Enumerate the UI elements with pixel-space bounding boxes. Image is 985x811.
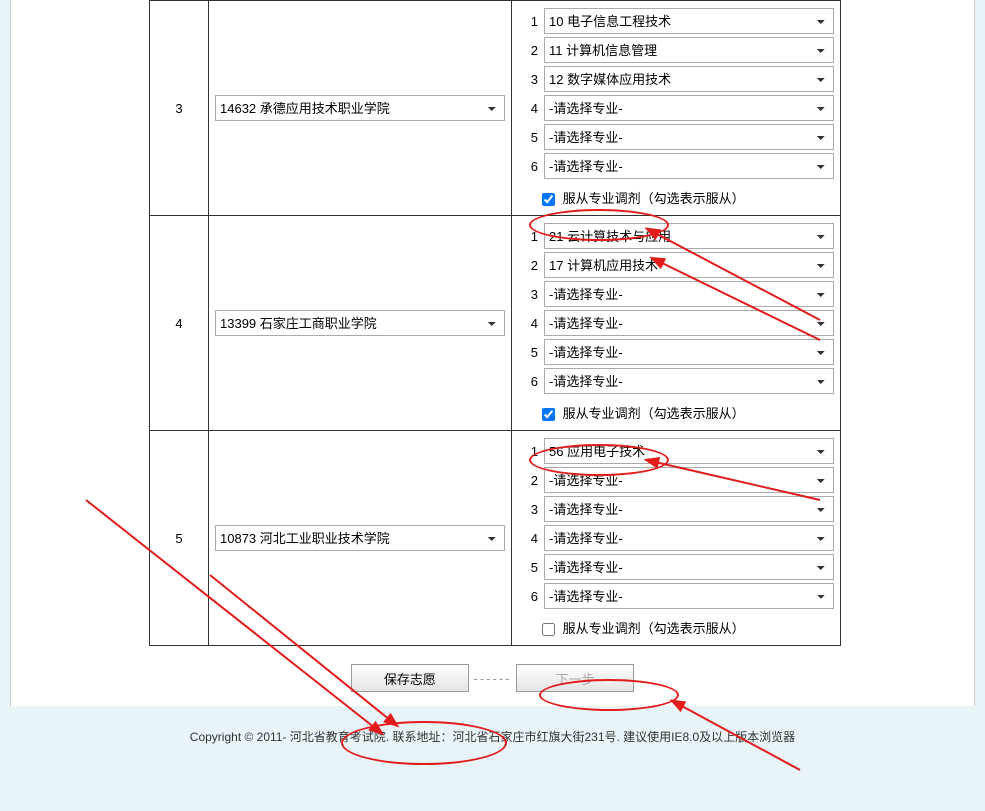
major-index: 4 (518, 531, 538, 546)
table-row: 4 13399 石家庄工商职业学院 1 21 云计算技术与应用 2 17 计算机应用… (150, 216, 841, 431)
major-select-3[interactable]: -请选择专业- (544, 281, 834, 307)
major-select-5[interactable]: -请选择专业- (544, 339, 834, 365)
next-button[interactable]: 下一步 (516, 664, 634, 692)
major-index: 1 (518, 14, 538, 29)
row-number: 5 (150, 431, 209, 646)
major-index: 1 (518, 444, 538, 459)
major-index: 5 (518, 130, 538, 145)
school-select[interactable]: 10873 河北工业职业技术学院 (215, 525, 505, 551)
major-index: 1 (518, 229, 538, 244)
major-select-2[interactable]: 11 计算机信息管理 (544, 37, 834, 63)
adjust-label: 服从专业调剂（勾选表示服从） (563, 406, 745, 421)
footer-text: Copyright © 2011- 河北省教育考试院. 联系地址：河北省石家庄市… (0, 706, 985, 755)
major-select-6[interactable]: -请选择专业- (544, 153, 834, 179)
major-select-5[interactable]: -请选择专业- (544, 554, 834, 580)
major-select-1[interactable]: 21 云计算技术与应用 (544, 223, 834, 249)
adjust-checkbox[interactable] (542, 193, 555, 206)
adjust-row: 服从专业调剂（勾选表示服从） (518, 397, 834, 426)
majors-cell: 110 电子信息工程技术 211 计算机信息管理 312 数字媒体应用技术 4-… (512, 1, 841, 216)
major-index: 6 (518, 374, 538, 389)
school-cell: 13399 石家庄工商职业学院 (209, 216, 512, 431)
table-row: 5 10873 河北工业职业技术学院 1 56 应用电子技术 2 -请选择专业- 3… (150, 431, 841, 646)
major-index: 5 (518, 345, 538, 360)
adjust-row: 服从专业调剂（勾选表示服从） (518, 182, 834, 211)
major-select-1[interactable]: 56 应用电子技术 (544, 438, 834, 464)
major-select-3[interactable]: 12 数字媒体应用技术 (544, 66, 834, 92)
preference-table: 3 14632 承德应用技术职业学院 1 10 电子信息工程技术 2 11 计算机信… (149, 0, 841, 646)
major-index: 3 (518, 502, 538, 517)
majors-cell: 1 21 云计算技术与应用 2 17 计算机应用技术 3 -请选择专业- 4 -请选择专… (512, 216, 841, 431)
major-select-5[interactable]: -请选择专业- (544, 124, 834, 150)
school-select[interactable]: 13399 石家庄工商职业学院 (215, 310, 505, 336)
major-index: 4 (518, 101, 538, 116)
major-select-4[interactable]: -请选择专业- (544, 525, 834, 551)
adjust-label: 服从专业调剂（勾选表示服从） (563, 191, 745, 206)
major-select-1[interactable]: 10 电子信息工程技术 (544, 8, 834, 34)
adjust-checkbox[interactable] (542, 623, 555, 636)
major-index: 3 (518, 287, 538, 302)
adjust-row: 服从专业调剂（勾选表示服从） (518, 612, 834, 641)
major-index: 3 (518, 72, 538, 87)
table-row: 3 14632 承德应用技术职业学院 1 10 电子信息工程技术 2 11 计算机信… (150, 1, 841, 216)
separator: ------ (473, 671, 513, 686)
major-index: 2 (518, 43, 538, 58)
major-index: 2 (518, 258, 538, 273)
major-index: 6 (518, 159, 538, 174)
major-index: 2 (518, 473, 538, 488)
school-select[interactable]: 14632 承德应用技术职业学院 (215, 95, 505, 121)
major-select-4[interactable]: -请选择专业- (544, 95, 834, 121)
major-select-6[interactable]: -请选择专业- (544, 368, 834, 394)
row-number: 3 (150, 1, 209, 216)
adjust-label: 服从专业调剂（勾选表示服从） (563, 621, 745, 636)
major-select-6[interactable]: -请选择专业- (544, 583, 834, 609)
school-cell: 14632 承德应用技术职业学院 (209, 1, 512, 216)
button-bar: 保存志愿 ------ 下一步 (11, 646, 974, 706)
save-button[interactable]: 保存志愿 (351, 664, 469, 692)
major-select-4[interactable]: -请选择专业- (544, 310, 834, 336)
majors-cell: 156 应用电子技术 2-请选择专业- 3-请选择专业- 4-请选择专业- 5-… (512, 431, 841, 646)
major-select-3[interactable]: -请选择专业- (544, 496, 834, 522)
row-number: 4 (150, 216, 209, 431)
major-select-2[interactable]: -请选择专业- (544, 467, 834, 493)
major-index: 4 (518, 316, 538, 331)
adjust-checkbox[interactable] (542, 408, 555, 421)
major-index: 5 (518, 560, 538, 575)
major-select-2[interactable]: 17 计算机应用技术 (544, 252, 834, 278)
major-index: 6 (518, 589, 538, 604)
school-cell: 10873 河北工业职业技术学院 (209, 431, 512, 646)
